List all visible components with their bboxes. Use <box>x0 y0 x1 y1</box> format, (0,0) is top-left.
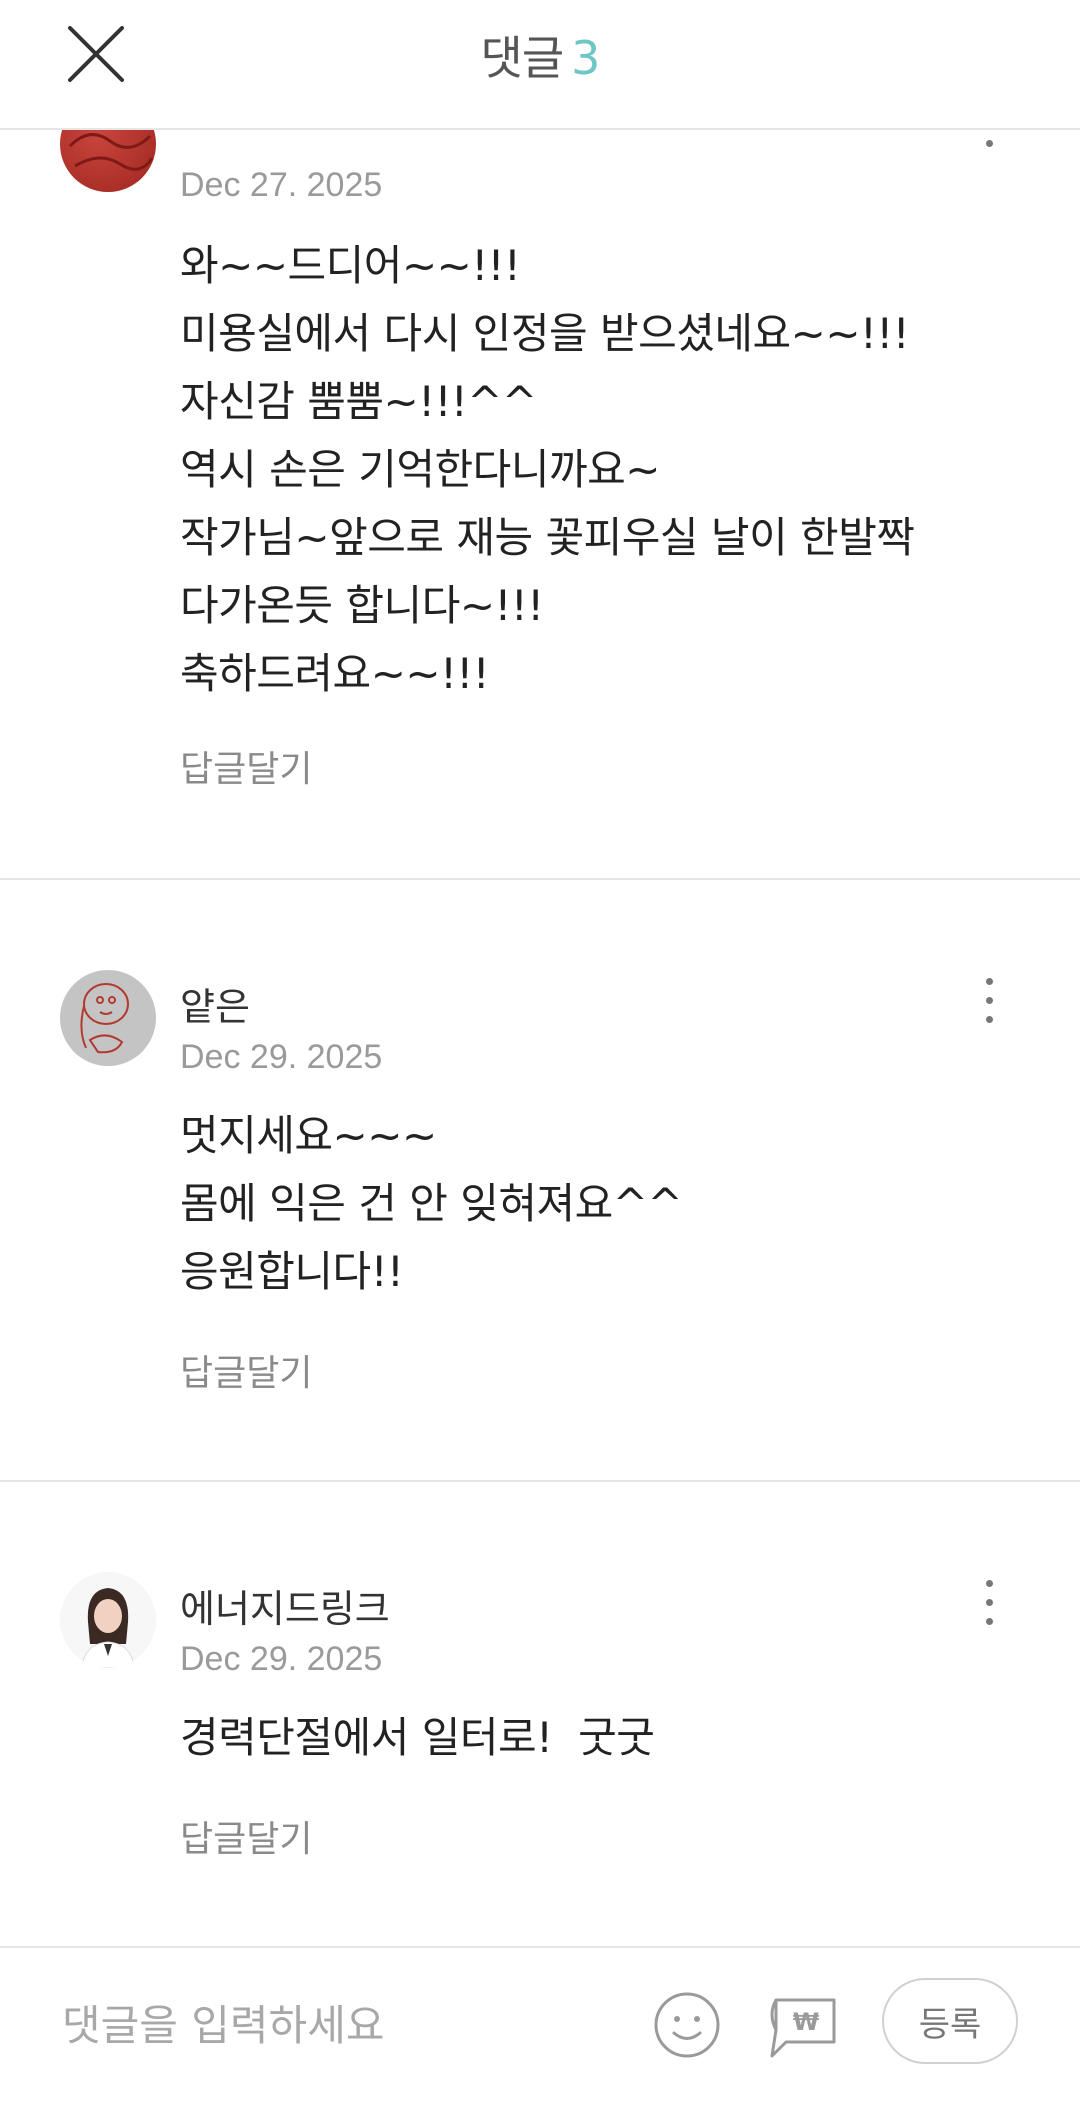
avatar[interactable] <box>60 970 156 1066</box>
comment-line: 멋지세요~~~ <box>180 1111 437 1160</box>
comment-line: 미용실에서 다시 인정을 받으셨네요~~!!! <box>180 309 910 358</box>
comment-input-bar: ₩ 등록 <box>0 1946 1080 2111</box>
comment-line: 다가온듯 합니다~!!! <box>180 581 544 630</box>
top-bar: 댓글 3 <box>0 0 1080 130</box>
comment-body: 경력단절에서 일터로! 굿굿 <box>180 1704 1000 1772</box>
comment-count: 3 <box>571 31 600 85</box>
comment-item: 에너지드링크 Dec 29. 2025 경력단절에서 일터로! 굿굿 답글달기 <box>0 1482 1080 1946</box>
comment-line: 몸에 익은 건 안 잊혀져요^^ <box>180 1179 683 1228</box>
reply-button[interactable]: 답글달기 <box>180 1344 312 1396</box>
smile-icon[interactable] <box>652 1990 722 2060</box>
comment-item: Dec 27. 2025 와~~드디어~~!!! 미용실에서 다시 인정을 받으… <box>0 0 1080 880</box>
comment-line: 축하드려요~~!!! <box>180 649 490 698</box>
title-label: 댓글 <box>480 31 565 85</box>
more-options-icon[interactable] <box>970 1578 1010 1648</box>
comment-author[interactable]: 얕은 <box>180 976 250 1031</box>
submit-button[interactable]: 등록 <box>882 1978 1018 2064</box>
avatar[interactable] <box>60 1572 156 1668</box>
comment-date: Dec 29. 2025 <box>180 1038 383 1076</box>
comment-line: 자신감 뿜뿜~!!!^^ <box>180 377 537 426</box>
avatar-image <box>60 1572 156 1668</box>
more-options-icon[interactable] <box>970 976 1010 1046</box>
comment-date: Dec 27. 2025 <box>180 166 383 204</box>
reply-button[interactable]: 답글달기 <box>180 740 312 792</box>
comment-date: Dec 29. 2025 <box>180 1640 383 1678</box>
comment-line: 역시 손은 기억한다니까요~ <box>180 445 660 494</box>
svg-text:₩: ₩ <box>793 2008 820 2036</box>
comment-author[interactable]: 에너지드링크 <box>180 1578 390 1633</box>
comment-input[interactable] <box>60 1988 624 2062</box>
reply-button[interactable]: 답글달기 <box>180 1810 312 1862</box>
comment-item: 얕은 Dec 29. 2025 멋지세요~~~ 몸에 익은 건 안 잊혀져요^^… <box>0 880 1080 1482</box>
comment-body: 멋지세요~~~ 몸에 익은 건 안 잊혀져요^^ 응원합니다!! <box>180 1102 1000 1306</box>
avatar-image <box>80 983 129 1054</box>
page-title: 댓글 3 <box>0 22 1080 88</box>
comment-line: 응원합니다!! <box>180 1247 404 1296</box>
comment-body: 와~~드디어~~!!! 미용실에서 다시 인정을 받으셨네요~~!!! 자신감 … <box>180 232 1000 708</box>
comment-line: 와~~드디어~~!!! <box>180 241 521 290</box>
comment-line: 작가님~앞으로 재능 꽃피우실 날이 한발짝 <box>180 513 915 562</box>
won-coupon-icon[interactable]: ₩ <box>762 1990 840 2060</box>
comment-line: 경력단절에서 일터로! 굿굿 <box>180 1713 655 1762</box>
